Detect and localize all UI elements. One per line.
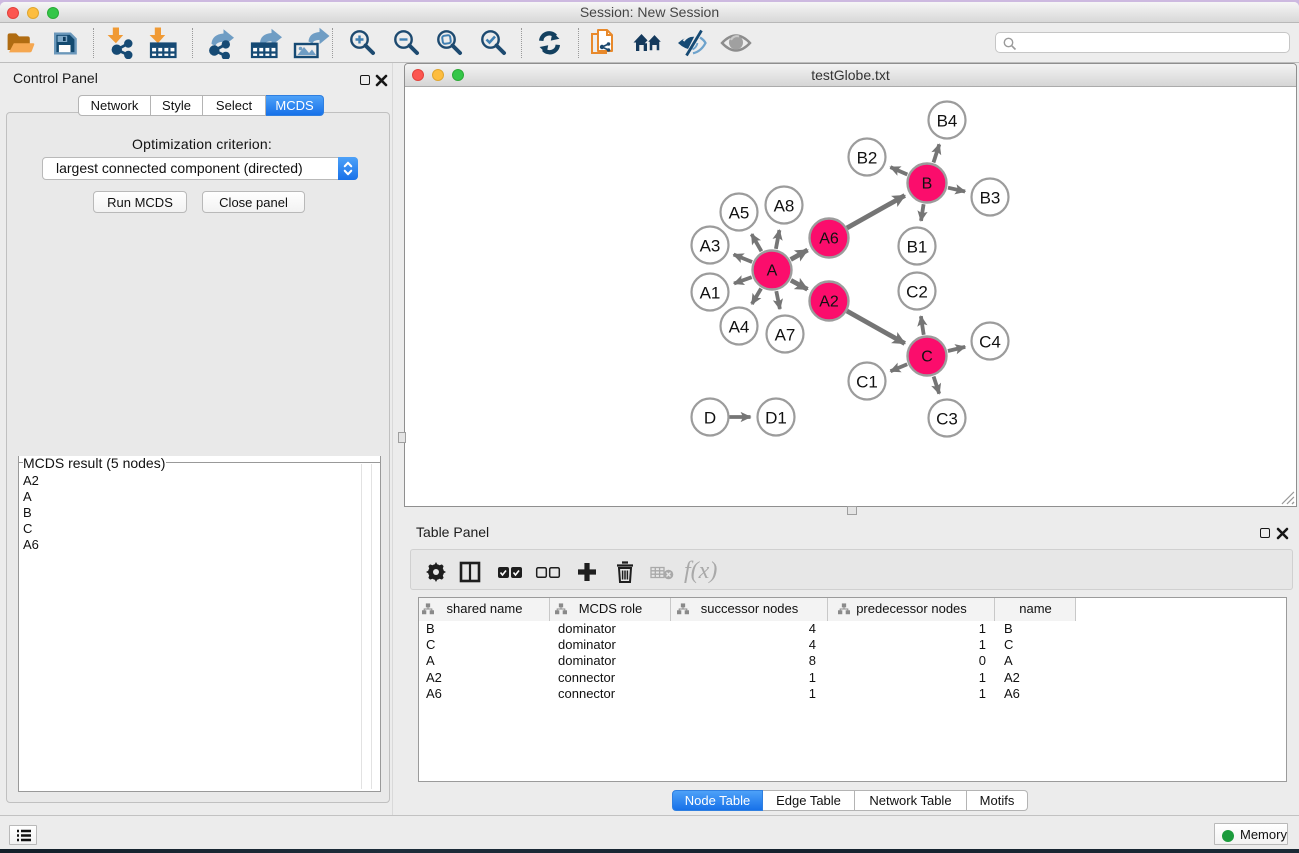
svg-text:A7: A7 [775,326,796,345]
svg-text:C1: C1 [856,373,878,392]
svg-text:A8: A8 [774,197,795,216]
svg-text:A5: A5 [729,204,750,223]
svg-text:A3: A3 [700,237,721,256]
svg-text:B3: B3 [980,189,1001,208]
svg-text:A1: A1 [700,284,721,303]
svg-text:B2: B2 [857,149,878,168]
svg-text:B: B [922,176,933,193]
svg-text:A4: A4 [729,318,750,337]
svg-text:D1: D1 [765,409,787,428]
svg-text:B4: B4 [937,112,958,131]
svg-text:A: A [767,263,778,280]
svg-text:C: C [921,349,933,366]
svg-text:D: D [704,409,716,428]
svg-text:A6: A6 [819,231,839,248]
svg-text:C2: C2 [906,283,928,302]
svg-text:B1: B1 [907,238,928,257]
svg-text:C4: C4 [979,333,1001,352]
svg-text:C3: C3 [936,410,958,429]
svg-text:A2: A2 [819,294,839,311]
